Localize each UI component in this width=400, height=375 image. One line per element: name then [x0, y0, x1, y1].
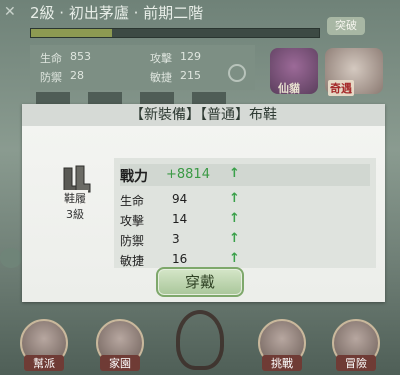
stat-value-agi: 16: [172, 252, 188, 266]
whip-weapon-icon[interactable]: [176, 310, 224, 370]
search-icon[interactable]: [228, 64, 246, 82]
stat-label-atk: 攻擊: [120, 214, 145, 228]
stat-label-hp: 生命: [120, 194, 145, 208]
stat-value-atk: 14: [172, 212, 188, 226]
nav-item-guild[interactable]: 幫派: [14, 315, 74, 375]
player-stats-panel: 生命 853 攻擊 129 防禦 28 敏捷 215: [30, 45, 255, 90]
realm-title: 2級 · 初出茅廬 · 前期二階: [30, 4, 204, 22]
close-icon[interactable]: ✕: [4, 4, 16, 20]
stat-up-arrow-icon: ↑: [229, 191, 240, 206]
chat-icon[interactable]: [0, 248, 22, 268]
stat-def-label: 防禦: [40, 71, 62, 84]
stat-value-def: 3: [172, 232, 180, 246]
stat-label-def: 防禦: [120, 234, 145, 248]
stat-hp-label: 生命: [40, 52, 62, 65]
nav-item-home[interactable]: 家園: [90, 315, 150, 375]
power-value: +8814: [166, 167, 210, 182]
stat-up-arrow-icon: ↑: [229, 231, 240, 246]
hidden-slot: [140, 92, 174, 104]
stat-hp-value: 853: [70, 50, 91, 63]
power-row: [120, 164, 370, 186]
hidden-slot: [36, 92, 70, 104]
power-label: 戰力: [120, 169, 148, 185]
dragon-label: 奇遇: [328, 80, 354, 96]
nav-label: 幫派: [24, 355, 64, 371]
nav-item-challenge[interactable]: 挑戰: [252, 315, 312, 375]
breakthrough-button[interactable]: 突破: [327, 17, 365, 35]
item-level: 3級: [66, 208, 84, 221]
stat-atk-label: 攻擊: [150, 52, 172, 65]
nav-label: 挑戰: [262, 355, 302, 371]
stat-agi-label: 敏捷: [150, 71, 172, 84]
power-up-arrow-icon: ↑: [229, 166, 240, 181]
nav-label: 冒險: [336, 355, 376, 371]
stat-up-arrow-icon: ↑: [229, 251, 240, 266]
equip-button[interactable]: 穿戴: [156, 267, 244, 297]
hidden-slot: [88, 92, 122, 104]
nav-item-adventure[interactable]: 冒險: [326, 315, 386, 375]
item-name: 鞋履: [62, 190, 88, 206]
experience-bar: [30, 28, 320, 38]
stat-agi-value: 215: [180, 69, 201, 82]
stat-up-arrow-icon: ↑: [229, 211, 240, 226]
experience-fill: [31, 29, 112, 37]
stat-atk-value: 129: [180, 50, 201, 63]
stat-label-agi: 敏捷: [120, 254, 145, 268]
hidden-slot: [192, 92, 226, 104]
stat-value-hp: 94: [172, 192, 188, 206]
cat-label: 仙貓: [278, 82, 300, 95]
dialog-title: 【新裝備】【普通】布鞋: [22, 104, 385, 126]
nav-label: 家園: [100, 355, 140, 371]
stat-def-value: 28: [70, 69, 84, 82]
